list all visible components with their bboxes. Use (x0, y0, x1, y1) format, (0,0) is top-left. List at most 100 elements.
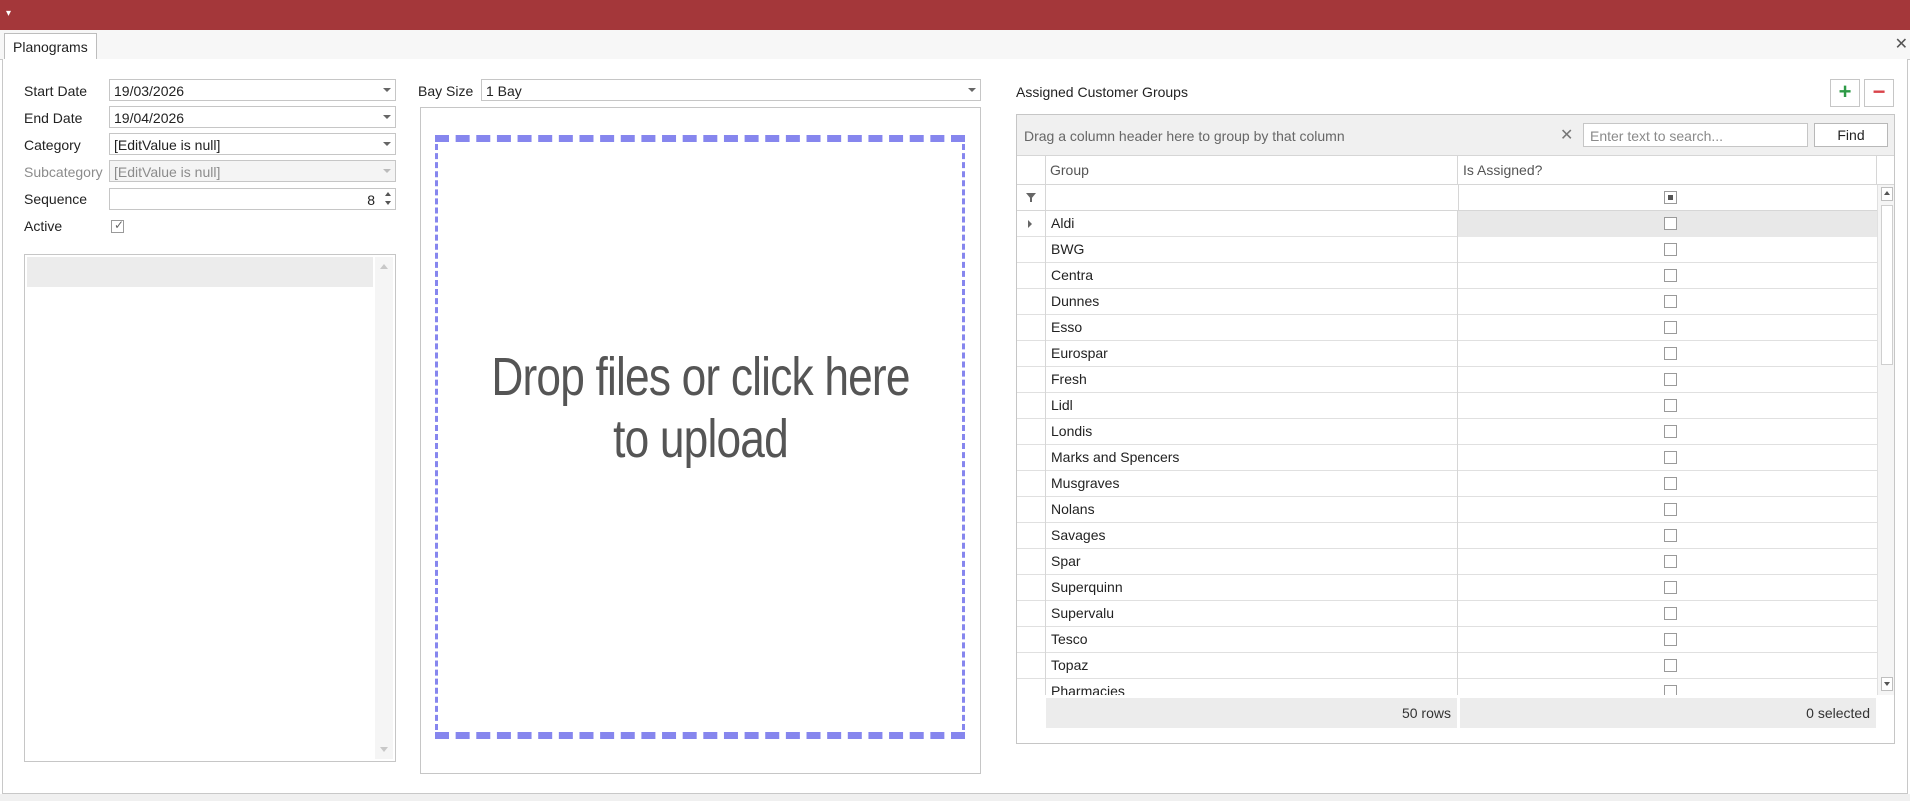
is-assigned-cell[interactable] (1458, 289, 1877, 315)
scroll-up-icon[interactable] (1881, 187, 1893, 201)
table-row[interactable]: Esso (1017, 315, 1877, 341)
row-indicator-cell[interactable] (1017, 315, 1045, 341)
is-assigned-cell[interactable] (1458, 471, 1877, 497)
group-cell[interactable]: Musgraves (1045, 471, 1458, 497)
chevron-down-icon[interactable] (383, 88, 391, 92)
is-assigned-checkbox[interactable] (1664, 347, 1677, 360)
is-assigned-checkbox[interactable] (1664, 685, 1677, 695)
row-indicator-cell[interactable] (1017, 393, 1045, 419)
table-row[interactable]: Dunnes (1017, 289, 1877, 315)
is-assigned-cell[interactable] (1458, 497, 1877, 523)
group-cell[interactable]: Savages (1045, 523, 1458, 549)
row-indicator-cell[interactable] (1017, 549, 1045, 575)
row-indicator-cell[interactable] (1017, 263, 1045, 289)
is-assigned-checkbox[interactable] (1664, 295, 1677, 308)
group-cell[interactable]: Aldi (1045, 211, 1458, 237)
is-assigned-checkbox[interactable] (1664, 217, 1677, 230)
is-assigned-checkbox[interactable] (1664, 529, 1677, 542)
row-indicator-cell[interactable] (1017, 445, 1045, 471)
chevron-down-icon[interactable] (968, 88, 976, 92)
is-assigned-cell[interactable] (1458, 601, 1877, 627)
table-row[interactable]: Nolans (1017, 497, 1877, 523)
auto-filter-row[interactable] (1017, 185, 1877, 211)
table-row[interactable]: Aldi (1017, 211, 1877, 237)
active-checkbox[interactable]: ✓ (111, 218, 124, 233)
is-assigned-checkbox[interactable] (1664, 581, 1677, 594)
planogram-file-list[interactable] (24, 254, 396, 762)
is-assigned-cell[interactable] (1458, 393, 1877, 419)
table-row[interactable]: Lidl (1017, 393, 1877, 419)
is-assigned-checkbox[interactable] (1664, 477, 1677, 490)
row-indicator-cell[interactable] (1017, 601, 1045, 627)
is-assigned-checkbox[interactable] (1664, 659, 1677, 672)
is-assigned-cell[interactable] (1458, 653, 1877, 679)
filter-assigned-checkbox[interactable] (1664, 191, 1677, 204)
is-assigned-cell[interactable] (1458, 679, 1877, 695)
row-indicator-cell[interactable] (1017, 497, 1045, 523)
row-indicator-cell[interactable] (1017, 575, 1045, 601)
window-menu-icon[interactable]: ▾ (6, 8, 11, 19)
list-scrollbar[interactable] (375, 257, 393, 759)
row-indicator-cell[interactable] (1017, 679, 1045, 695)
group-cell[interactable]: Dunnes (1045, 289, 1458, 315)
category-field[interactable]: [EditValue is null] (109, 133, 396, 155)
group-cell[interactable]: Nolans (1045, 497, 1458, 523)
is-assigned-checkbox[interactable] (1664, 373, 1677, 386)
column-header-group[interactable]: Group (1045, 156, 1458, 184)
is-assigned-cell[interactable] (1458, 627, 1877, 653)
file-upload-dropzone[interactable]: Drop files or click here to upload (420, 107, 981, 774)
spin-up-icon[interactable] (385, 192, 391, 196)
is-assigned-checkbox[interactable] (1664, 399, 1677, 412)
is-assigned-checkbox[interactable] (1664, 633, 1677, 646)
is-assigned-cell[interactable] (1458, 523, 1877, 549)
row-indicator-cell[interactable] (1017, 653, 1045, 679)
is-assigned-cell[interactable] (1458, 549, 1877, 575)
bay-size-field[interactable]: 1 Bay (481, 79, 981, 101)
scroll-thumb[interactable] (1881, 205, 1893, 365)
is-assigned-checkbox[interactable] (1664, 607, 1677, 620)
grid-scrollbar[interactable] (1877, 185, 1894, 695)
filter-group-cell[interactable] (1045, 185, 1459, 210)
group-cell[interactable]: Marks and Spencers (1045, 445, 1458, 471)
group-cell[interactable]: BWG (1045, 237, 1458, 263)
group-cell[interactable]: Pharmacies (1045, 679, 1458, 695)
chevron-down-icon[interactable] (383, 142, 391, 146)
is-assigned-checkbox[interactable] (1664, 451, 1677, 464)
column-header-is-assigned[interactable]: Is Assigned? (1458, 156, 1877, 184)
search-box[interactable] (1583, 123, 1808, 147)
is-assigned-cell[interactable] (1458, 575, 1877, 601)
row-indicator-cell[interactable] (1017, 471, 1045, 497)
table-row[interactable]: Centra (1017, 263, 1877, 289)
table-row[interactable]: Eurospar (1017, 341, 1877, 367)
is-assigned-checkbox[interactable] (1664, 503, 1677, 516)
group-cell[interactable]: Esso (1045, 315, 1458, 341)
row-indicator-cell[interactable] (1017, 211, 1045, 237)
search-input[interactable] (1588, 125, 1802, 147)
is-assigned-cell[interactable] (1458, 367, 1877, 393)
is-assigned-cell[interactable] (1458, 315, 1877, 341)
is-assigned-cell[interactable] (1458, 237, 1877, 263)
row-indicator-cell[interactable] (1017, 419, 1045, 445)
group-cell[interactable]: Supervalu (1045, 601, 1458, 627)
is-assigned-checkbox[interactable] (1664, 425, 1677, 438)
is-assigned-checkbox[interactable] (1664, 243, 1677, 256)
row-indicator-cell[interactable] (1017, 627, 1045, 653)
table-row[interactable]: BWG (1017, 237, 1877, 263)
table-row[interactable]: Tesco (1017, 627, 1877, 653)
tab-planograms[interactable]: Planograms (4, 33, 97, 61)
group-cell[interactable]: Londis (1045, 419, 1458, 445)
group-cell[interactable]: Superquinn (1045, 575, 1458, 601)
is-assigned-cell[interactable] (1458, 263, 1877, 289)
row-indicator-cell[interactable] (1017, 289, 1045, 315)
row-indicator-cell[interactable] (1017, 523, 1045, 549)
table-row[interactable]: Pharmacies (1017, 679, 1877, 695)
is-assigned-cell[interactable] (1458, 211, 1877, 237)
row-indicator-cell[interactable] (1017, 367, 1045, 393)
list-item[interactable] (27, 257, 373, 287)
group-cell[interactable]: Lidl (1045, 393, 1458, 419)
scroll-up-icon[interactable] (380, 264, 388, 269)
table-row[interactable]: Fresh (1017, 367, 1877, 393)
spin-down-icon[interactable] (385, 201, 391, 205)
close-tab-icon[interactable]: ✕ (1895, 34, 1908, 54)
is-assigned-checkbox[interactable] (1664, 321, 1677, 334)
